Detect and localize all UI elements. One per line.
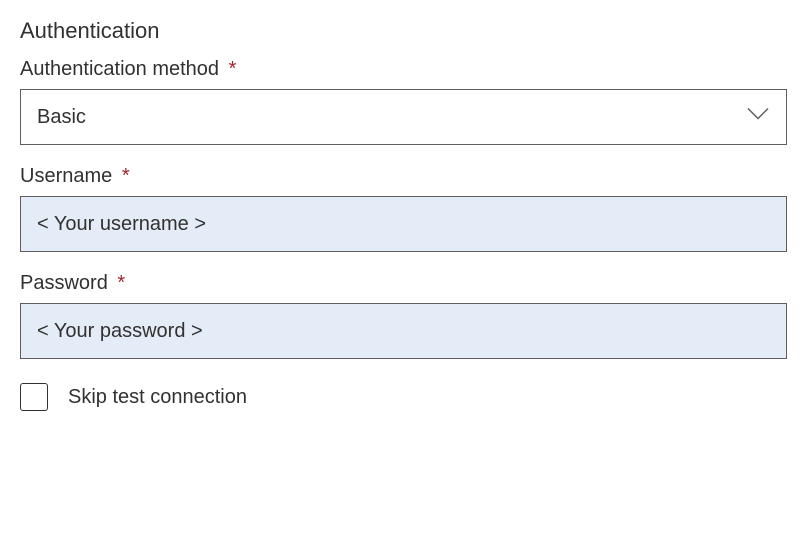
skip-test-row: Skip test connection xyxy=(20,383,787,411)
auth-method-select-wrapper: Basic xyxy=(20,89,787,145)
password-label: Password * xyxy=(20,272,787,295)
required-asterisk: * xyxy=(117,272,125,294)
password-field-group: Password * xyxy=(20,272,787,359)
auth-method-select[interactable]: Basic xyxy=(20,89,787,145)
required-asterisk: * xyxy=(122,165,130,187)
auth-method-value: Basic xyxy=(37,106,86,129)
username-label-text: Username xyxy=(20,165,112,187)
username-field-group: Username * xyxy=(20,165,787,252)
password-input[interactable] xyxy=(20,303,787,359)
username-input[interactable] xyxy=(20,196,787,252)
auth-method-field-group: Authentication method * Basic xyxy=(20,58,787,145)
auth-method-label: Authentication method * xyxy=(20,58,787,81)
auth-method-label-text: Authentication method xyxy=(20,58,219,80)
password-label-text: Password xyxy=(20,272,108,294)
username-label: Username * xyxy=(20,165,787,188)
required-asterisk: * xyxy=(229,58,237,80)
authentication-section: Authentication Authentication method * B… xyxy=(20,18,787,411)
section-title: Authentication xyxy=(20,18,787,44)
skip-test-label[interactable]: Skip test connection xyxy=(68,386,247,409)
skip-test-checkbox[interactable] xyxy=(20,383,48,411)
